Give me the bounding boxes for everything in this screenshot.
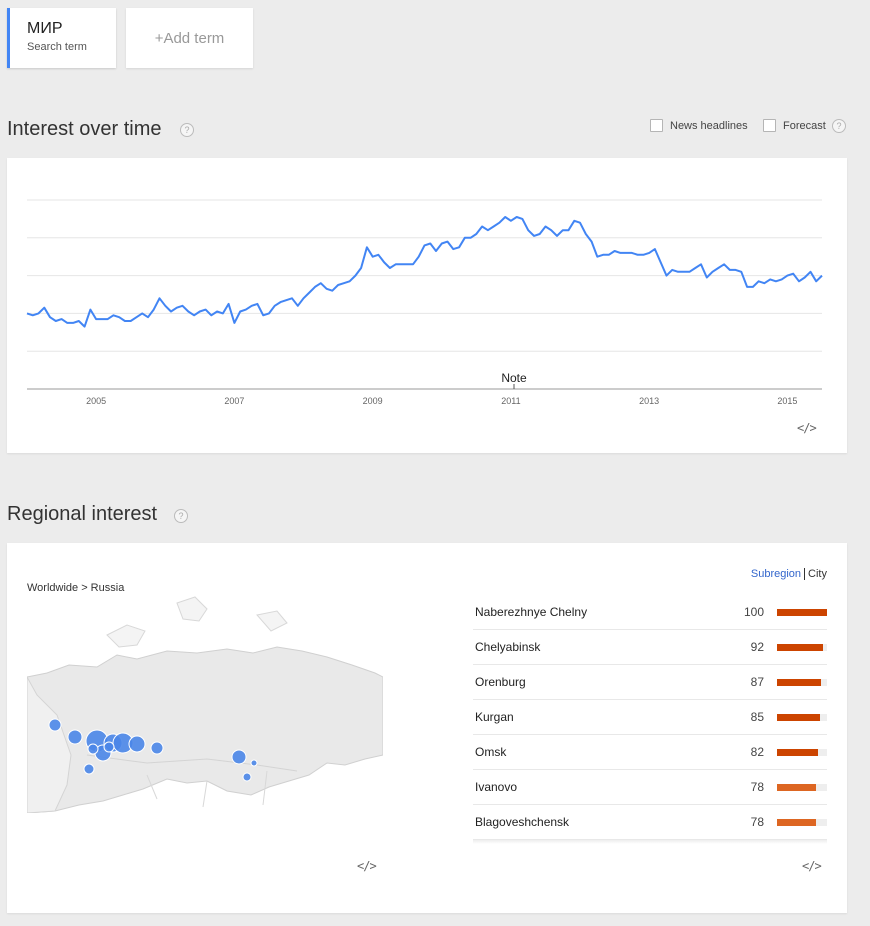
regional-help-icon[interactable]: ? <box>174 509 188 523</box>
region-row[interactable]: Naberezhnye Chelny 100 <box>473 595 827 630</box>
region-row[interactable]: Kurgan 85 <box>473 700 827 735</box>
region-name: Kurgan <box>475 710 514 724</box>
region-name: Blagoveshchensk <box>475 815 570 829</box>
region-value: 92 <box>750 640 764 654</box>
region-list-fade <box>473 840 827 844</box>
chart-x-tick-label: 2009 <box>363 396 383 406</box>
map-bubble[interactable] <box>103 741 115 753</box>
news-headlines-checkbox[interactable] <box>650 119 663 132</box>
search-term-name: МИР <box>27 20 63 37</box>
map-bubble[interactable] <box>48 718 62 732</box>
region-bar-track <box>777 713 827 721</box>
region-bar-track <box>777 748 827 756</box>
interest-line-chart: 2005 2007 2009 2011 2013 2015 Note <box>26 199 823 406</box>
russia-map[interactable] <box>27 595 383 813</box>
region-resolution-toggle: Subregion City <box>751 568 827 581</box>
region-value: 78 <box>750 815 764 829</box>
chart-gridlines <box>27 199 822 390</box>
map-bubble[interactable] <box>87 743 99 755</box>
region-bar-track <box>777 783 827 791</box>
map-bubble[interactable] <box>150 741 164 755</box>
map-bubble[interactable] <box>242 772 252 782</box>
region-bar-track <box>777 818 827 826</box>
map-bubble[interactable] <box>250 759 258 767</box>
map-embed-icon[interactable]: </> <box>357 859 377 873</box>
forecast-help-icon[interactable]: ? <box>832 119 846 133</box>
map-bubble[interactable] <box>231 749 247 765</box>
region-value: 82 <box>750 745 764 759</box>
region-bar-track <box>777 608 827 616</box>
region-value: 87 <box>750 675 764 689</box>
interest-help-icon[interactable]: ? <box>180 123 194 137</box>
region-bar-fill <box>777 748 818 756</box>
interest-embed-icon[interactable]: </> <box>797 421 817 435</box>
region-bar-track <box>777 643 827 651</box>
interest-series-line <box>26 216 823 328</box>
news-headlines-label: News headlines <box>670 119 748 132</box>
chart-x-tick-label: 2015 <box>777 396 797 406</box>
region-name: Naberezhnye Chelny <box>475 605 588 619</box>
city-toggle[interactable]: City <box>808 568 827 580</box>
region-row[interactable]: Orenburg 87 <box>473 665 827 700</box>
chart-x-tick-label: 2007 <box>224 396 244 406</box>
add-term-button[interactable]: +Add term <box>126 8 253 68</box>
interest-chart-card: 2005 2007 2009 2011 2013 2015 Note </> <box>7 158 847 453</box>
region-bar-fill <box>777 783 816 791</box>
region-bar-fill <box>777 643 823 651</box>
regional-interest-title: Regional interest <box>7 503 158 525</box>
region-bar-fill <box>777 713 820 721</box>
forecast-checkbox[interactable] <box>763 119 776 132</box>
regional-card: Worldwide > Russia Subregion City Nabere… <box>7 543 847 913</box>
region-row[interactable]: Omsk 82 <box>473 735 827 770</box>
region-name: Omsk <box>475 745 507 759</box>
chart-note-label[interactable]: Note <box>501 371 527 385</box>
region-name: Chelyabinsk <box>475 640 541 654</box>
forecast-label: Forecast <box>783 119 826 132</box>
list-embed-icon[interactable]: </> <box>802 859 822 873</box>
map-bubble[interactable] <box>128 735 146 753</box>
chart-x-ticks: 2005 2007 2009 2011 2013 2015 <box>86 396 797 406</box>
region-row[interactable]: Blagoveshchensk 78 <box>473 805 827 840</box>
region-list: Naberezhnye Chelny 100 Chelyabinsk 92 Orenbu… <box>473 595 827 840</box>
region-name: Ivanovo <box>475 780 518 794</box>
region-bar-fill <box>777 678 821 686</box>
region-bar-track <box>777 678 827 686</box>
chart-x-tick-label: 2013 <box>639 396 659 406</box>
news-headlines-toggle[interactable]: News headlines <box>650 119 748 132</box>
search-term-card[interactable]: МИР Search term <box>7 8 116 68</box>
subregion-toggle[interactable]: Subregion <box>751 568 801 580</box>
interest-over-time-title: Interest over time <box>7 118 162 140</box>
forecast-toggle[interactable]: Forecast <box>763 119 826 132</box>
chart-x-tick-label: 2005 <box>86 396 106 406</box>
search-term-caption: Search term <box>27 41 87 53</box>
map-breadcrumb[interactable]: Worldwide > Russia <box>27 582 124 594</box>
region-bar-fill <box>777 608 827 616</box>
region-value: 78 <box>750 780 764 794</box>
region-value: 85 <box>750 710 764 724</box>
region-row[interactable]: Chelyabinsk 92 <box>473 630 827 665</box>
region-row[interactable]: Ivanovo 78 <box>473 770 827 805</box>
region-bar-fill <box>777 818 816 826</box>
map-bubble[interactable] <box>67 729 83 745</box>
map-bubble[interactable] <box>83 763 95 775</box>
toggle-separator <box>804 568 806 581</box>
region-name: Orenburg <box>475 675 526 689</box>
region-value: 100 <box>743 605 764 619</box>
chart-x-tick-label: 2011 <box>501 396 520 406</box>
